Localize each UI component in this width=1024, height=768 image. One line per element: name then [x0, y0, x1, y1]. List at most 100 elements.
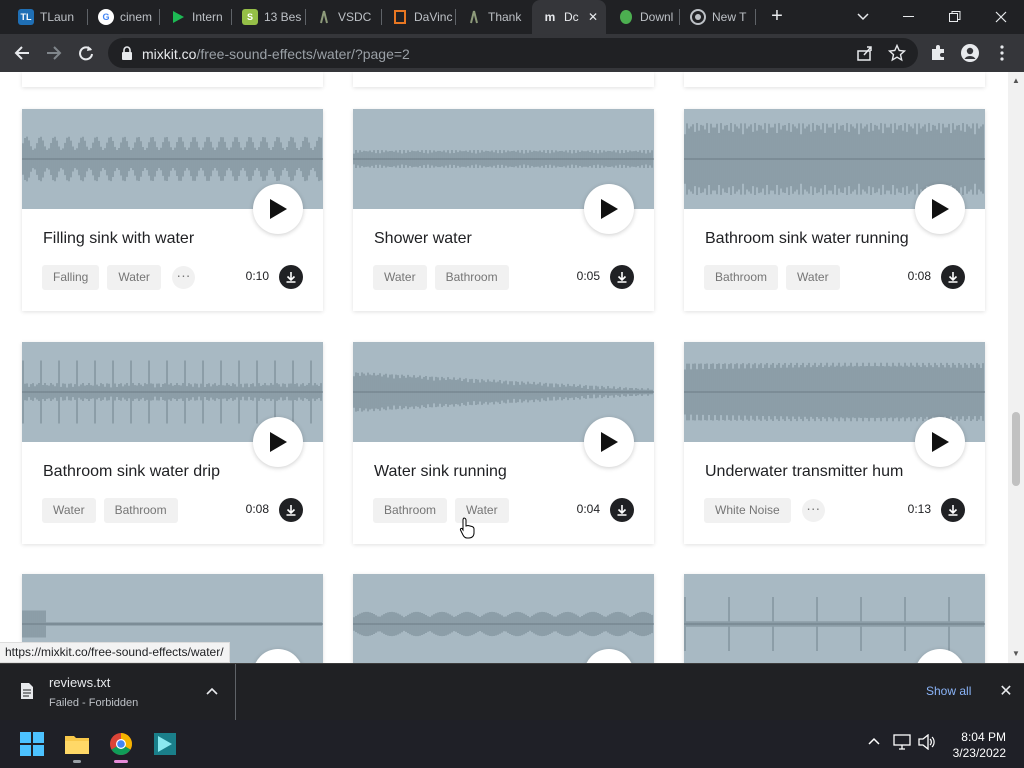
- scrollbar-thumb[interactable]: [1012, 412, 1020, 486]
- tag-chip[interactable]: Water: [373, 265, 427, 290]
- close-window-button[interactable]: [978, 0, 1024, 34]
- tag-list: Bathroom Water: [373, 498, 509, 523]
- reload-button[interactable]: [72, 39, 100, 67]
- video-editor-button[interactable]: [149, 728, 181, 760]
- download-button[interactable]: [610, 265, 634, 289]
- download-bar: reviews.txt Failed - Forbidden Show all …: [0, 663, 1024, 720]
- system-clock[interactable]: 8:04 PM 3/23/2022: [940, 729, 1006, 761]
- tag-chip[interactable]: Water: [786, 265, 840, 290]
- tab-label: Dc: [564, 10, 579, 24]
- sound-title[interactable]: Underwater transmitter hum: [705, 463, 903, 481]
- download-button[interactable]: [279, 498, 303, 522]
- volume-icon[interactable]: [918, 734, 936, 750]
- chrome-icon: [110, 733, 132, 755]
- kebab-menu-icon: [1000, 45, 1004, 61]
- download-item[interactable]: reviews.txt Failed - Forbidden: [0, 664, 236, 720]
- tab-tlauncher[interactable]: TL TLaun: [8, 0, 88, 34]
- download-icon: [948, 505, 958, 516]
- more-tags-button[interactable]: ···: [801, 499, 825, 522]
- new-tab-button[interactable]: +: [766, 6, 788, 28]
- download-status: Failed - Forbidden: [49, 697, 139, 709]
- more-tags-button[interactable]: ···: [171, 266, 195, 289]
- tab-download[interactable]: Downl: [608, 0, 680, 34]
- duration: 0:04: [576, 502, 600, 516]
- page-scrollbar[interactable]: ▲ ▼: [1008, 72, 1024, 663]
- sound-card[interactable]: Bathroom sink water running Bathroom Water…: [684, 109, 985, 311]
- close-tab-icon[interactable]: ✕: [586, 10, 600, 24]
- download-button[interactable]: [941, 498, 965, 522]
- tab-cinema[interactable]: G cinem: [88, 0, 160, 34]
- chrome-taskbar-button[interactable]: [105, 728, 137, 763]
- sound-card-partial[interactable]: [353, 574, 654, 663]
- video-editor-icon: [154, 733, 176, 755]
- sound-title[interactable]: Water sink running: [374, 463, 507, 481]
- tag-chip[interactable]: Bathroom: [434, 265, 509, 290]
- minimize-button[interactable]: [886, 0, 932, 34]
- play-icon: [270, 199, 287, 219]
- file-explorer-button[interactable]: [61, 728, 93, 763]
- leaf-icon: [618, 9, 634, 25]
- tab-davinci[interactable]: DaVinc: [382, 0, 456, 34]
- sound-card[interactable]: Water sink running Bathroom Water 0:04: [353, 342, 654, 544]
- tab-thank[interactable]: Thank: [456, 0, 532, 34]
- sound-title[interactable]: Shower water: [374, 230, 472, 248]
- tag-chip[interactable]: Bathroom: [103, 498, 178, 523]
- menu-button[interactable]: [992, 43, 1012, 63]
- link-status-url: https://mixkit.co/free-sound-effects/wat…: [0, 642, 230, 663]
- address-bar[interactable]: mixkit.co/free-sound-effects/water/?page…: [108, 38, 918, 68]
- play-button[interactable]: [253, 184, 303, 234]
- tag-chip[interactable]: Bathroom: [704, 265, 779, 290]
- network-icon[interactable]: [893, 734, 911, 750]
- chevron-up-icon[interactable]: [205, 684, 219, 698]
- forward-button[interactable]: [40, 39, 68, 67]
- scroll-down-icon[interactable]: ▼: [1012, 649, 1020, 658]
- tag-chip[interactable]: Water: [42, 498, 96, 523]
- sound-card[interactable]: Bathroom sink water drip Water Bathroom 0:0…: [22, 342, 323, 544]
- puzzle-icon: [932, 45, 944, 60]
- play-button[interactable]: [584, 417, 634, 467]
- chevron-up-icon[interactable]: [867, 734, 881, 748]
- sound-card[interactable]: Shower water Water Bathroom 0:05: [353, 109, 654, 311]
- profile-button[interactable]: [960, 43, 980, 63]
- play-button[interactable]: [915, 184, 965, 234]
- sound-title[interactable]: Filling sink with water: [43, 230, 194, 248]
- restore-button[interactable]: [932, 0, 978, 34]
- extensions-button[interactable]: [928, 43, 948, 63]
- lock-icon: [122, 46, 132, 60]
- scroll-up-icon[interactable]: ▲: [1012, 76, 1020, 85]
- show-all-button[interactable]: Show all: [926, 684, 971, 698]
- tab-search-button[interactable]: [840, 0, 886, 34]
- share-icon[interactable]: [856, 44, 874, 62]
- duration: 0:08: [245, 502, 269, 516]
- tab-label: TLaun: [40, 10, 75, 24]
- download-button[interactable]: [610, 498, 634, 522]
- play-icon: [601, 199, 618, 219]
- download-button[interactable]: [941, 265, 965, 289]
- play-button[interactable]: [584, 184, 634, 234]
- tab-mixkit-active[interactable]: m Dc ✕: [532, 0, 606, 34]
- sound-card[interactable]: Underwater transmitter hum White Noise ···…: [684, 342, 985, 544]
- start-button[interactable]: [16, 728, 48, 760]
- tab-internet[interactable]: Intern: [160, 0, 232, 34]
- arrow-right-icon: [47, 46, 62, 60]
- tag-chip[interactable]: Falling: [42, 265, 100, 290]
- tag-chip[interactable]: Bathroom: [373, 498, 448, 523]
- tab-vsdc[interactable]: VSDC: [306, 0, 382, 34]
- back-button[interactable]: [8, 39, 36, 67]
- tab-13-best[interactable]: S 13 Bes: [232, 0, 306, 34]
- sound-title[interactable]: Bathroom sink water running: [705, 230, 909, 248]
- close-download-bar-icon[interactable]: ✕: [998, 684, 1014, 700]
- play-button[interactable]: [915, 417, 965, 467]
- download-filename: reviews.txt: [49, 675, 111, 690]
- star-icon[interactable]: [888, 44, 906, 62]
- tab-new-tab[interactable]: New T: [680, 0, 756, 34]
- tag-chip[interactable]: Water: [107, 265, 161, 290]
- tag-chip[interactable]: White Noise: [704, 498, 791, 523]
- sound-card[interactable]: Filling sink with water Falling Water ··· 0:…: [22, 109, 323, 311]
- minimize-icon: [903, 16, 914, 17]
- download-button[interactable]: [279, 265, 303, 289]
- sound-card-partial[interactable]: [684, 574, 985, 663]
- sound-title[interactable]: Bathroom sink water drip: [43, 463, 220, 481]
- duration: 0:10: [245, 269, 269, 283]
- play-button[interactable]: [253, 417, 303, 467]
